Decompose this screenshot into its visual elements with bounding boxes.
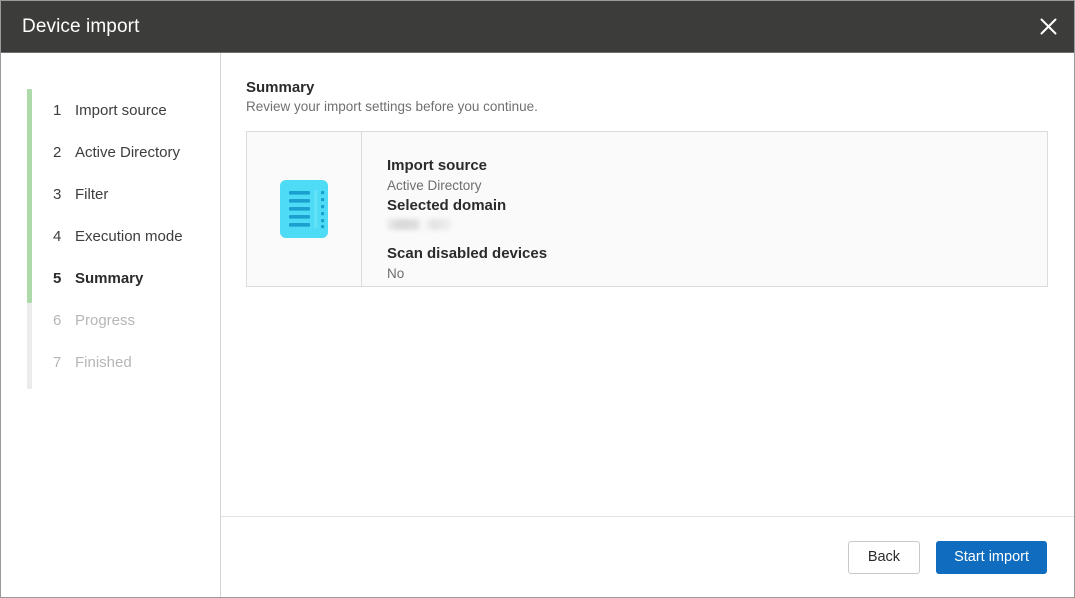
step-label: Filter xyxy=(75,185,109,203)
document-list-icon xyxy=(280,180,328,238)
summary-icon-pane xyxy=(247,132,362,286)
sidebar-step-summary[interactable]: 5 Summary xyxy=(1,257,220,299)
step-number: 2 xyxy=(53,143,62,161)
step-label: Import source xyxy=(75,101,167,119)
field-value-import-source: Active Directory xyxy=(387,177,482,193)
wizard-step-sidebar: 1 Import source 2 Active Directory 3 Fil… xyxy=(1,53,221,597)
dialog-footer: Back Start import xyxy=(221,516,1074,597)
step-label: Execution mode xyxy=(75,227,183,245)
step-label: Summary xyxy=(75,269,144,287)
dialog-body: 1 Import source 2 Active Directory 3 Fil… xyxy=(1,53,1074,597)
step-number: 3 xyxy=(53,185,62,203)
start-import-button[interactable]: Start import xyxy=(936,540,1047,574)
step-label: Progress xyxy=(75,311,136,329)
field-label-selected-domain: Selected domain xyxy=(387,196,507,214)
summary-card: Import source Active Directory Selected … xyxy=(246,131,1048,287)
sidebar-step-progress: 6 Progress xyxy=(1,299,220,341)
back-button[interactable]: Back xyxy=(847,540,921,574)
field-label-scan-disabled-devices: Scan disabled devices xyxy=(387,244,548,262)
field-label-import-source: Import source xyxy=(387,157,488,174)
step-number: 6 xyxy=(53,311,62,329)
page-subtitle: Review your import settings before you c… xyxy=(246,99,538,114)
step-number: 4 xyxy=(53,227,62,245)
step-list: 1 Import source 2 Active Directory 3 Fil… xyxy=(1,89,220,383)
wizard-main-panel: Summary Review your import settings befo… xyxy=(221,53,1074,597)
step-label: Finished xyxy=(75,353,132,371)
device-import-dialog: Device import 1 Import source 2 Active D… xyxy=(0,0,1075,598)
sidebar-step-active-directory[interactable]: 2 Active Directory xyxy=(1,131,220,173)
sidebar-step-execution-mode[interactable]: 4 Execution mode xyxy=(1,215,220,257)
step-number: 1 xyxy=(53,101,62,119)
sidebar-step-import-source[interactable]: 1 Import source xyxy=(1,89,220,131)
step-number: 7 xyxy=(53,353,62,371)
summary-fields: Import source Active Directory Selected … xyxy=(362,132,1047,286)
sidebar-step-finished: 7 Finished xyxy=(1,341,220,383)
dialog-title: Device import xyxy=(22,15,140,37)
field-value-selected-domain-redacted xyxy=(387,219,451,231)
close-icon[interactable] xyxy=(1022,1,1074,52)
sidebar-step-filter[interactable]: 3 Filter xyxy=(1,173,220,215)
field-value-scan-disabled-devices: No xyxy=(387,265,405,281)
step-label: Active Directory xyxy=(75,143,181,161)
step-number: 5 xyxy=(53,269,62,287)
page-title: Summary xyxy=(246,79,315,96)
field-spacer xyxy=(387,234,1047,244)
dialog-titlebar: Device import xyxy=(1,1,1074,53)
summary-content: Summary Review your import settings befo… xyxy=(221,53,1074,516)
